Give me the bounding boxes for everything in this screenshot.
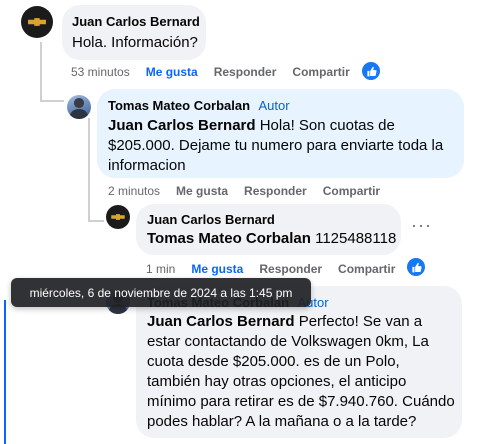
chevrolet-logo-icon — [111, 214, 125, 220]
focus-indicator — [4, 300, 6, 444]
comment-author[interactable]: Juan Carlos Bernard — [72, 14, 200, 29]
comment-bubble: Tomas Mateo Corbalan Autor Juan Carlos B… — [136, 286, 462, 438]
timestamp-tooltip: miércoles, 6 de noviembre de 2024 a las … — [11, 278, 311, 307]
avatar[interactable] — [106, 205, 130, 229]
comment-actions: 53 minutos Me gusta Responder Compartir — [71, 65, 366, 79]
comment-author[interactable]: Tomas Mateo Corbalan — [108, 98, 250, 113]
thread-line — [40, 42, 42, 102]
thumbs-up-icon[interactable] — [362, 62, 380, 80]
reply-button[interactable]: Responder — [244, 184, 307, 198]
avatar[interactable] — [21, 6, 53, 38]
comment-time[interactable]: 2 minutos — [108, 184, 160, 198]
comment-time[interactable]: 1 min — [146, 262, 175, 276]
like-button[interactable]: Me gusta — [191, 262, 243, 276]
comment-author[interactable]: Juan Carlos Bernard — [147, 212, 275, 227]
comment-bubble: Juan Carlos Bernard Hola. Información? — [62, 5, 206, 60]
comment-text: Tomas Mateo Corbalan 1125488118 — [147, 230, 397, 247]
share-button[interactable]: Compartir — [292, 65, 349, 79]
comment-actions: 1 min Me gusta Responder Compartir — [146, 262, 411, 276]
thread-line — [88, 118, 90, 222]
comment-actions: 2 minutos Me gusta Responder Compartir — [108, 184, 396, 198]
reply-button[interactable]: Responder — [259, 262, 322, 276]
more-options-icon[interactable]: ··· — [411, 215, 432, 236]
comment-time[interactable]: 53 minutos — [71, 65, 130, 79]
comment-bubble: Tomas Mateo Corbalan Autor Juan Carlos B… — [97, 89, 464, 178]
comment-text: Hola. Información? — [72, 34, 198, 51]
avatar[interactable] — [67, 95, 91, 119]
reply-button[interactable]: Responder — [214, 65, 277, 79]
author-badge: Autor — [258, 98, 290, 113]
mention-link[interactable]: Tomas Mateo Corbalan — [147, 230, 311, 247]
thread-line — [40, 100, 64, 102]
comment-text: Juan Carlos Bernard Perfecto! Se van a e… — [147, 313, 455, 430]
thread-line — [88, 220, 104, 222]
share-button[interactable]: Compartir — [323, 184, 380, 198]
comment-bubble: Juan Carlos Bernard Tomas Mateo Corbalan… — [136, 204, 401, 255]
comment-text: Juan Carlos Bernard Hola! Son cuotas de … — [108, 117, 444, 174]
comment-header: Tomas Mateo Corbalan Autor — [108, 97, 290, 115]
like-button[interactable]: Me gusta — [146, 65, 198, 79]
like-button[interactable]: Me gusta — [176, 184, 228, 198]
share-button[interactable]: Compartir — [338, 262, 395, 276]
mention-link[interactable]: Juan Carlos Bernard — [108, 117, 256, 134]
mention-link[interactable]: Juan Carlos Bernard — [147, 313, 295, 330]
chevrolet-logo-icon — [28, 18, 46, 26]
thumbs-up-icon[interactable] — [407, 258, 425, 276]
